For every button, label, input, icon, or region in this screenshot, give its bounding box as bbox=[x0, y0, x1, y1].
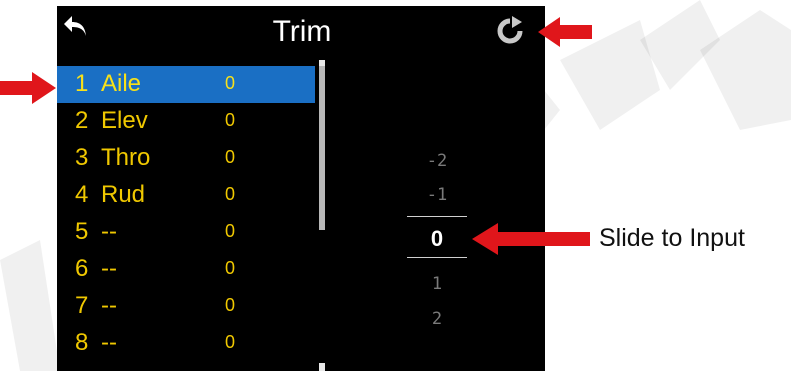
channel-trim-value: 0 bbox=[225, 332, 236, 352]
scrollbar-thumb[interactable] bbox=[319, 66, 325, 230]
channel-trim-value: 0 bbox=[225, 147, 236, 167]
channel-trim-value: 0 bbox=[225, 73, 236, 93]
trim-screen: Trim 1 Aile 0 2 Elev 0 3 Thro 0 4 Rud 0 … bbox=[57, 6, 545, 371]
channel-number: 3 bbox=[75, 144, 89, 171]
channel-number: 2 bbox=[75, 107, 89, 134]
channel-trim-value: 0 bbox=[225, 258, 236, 278]
channel-row-5[interactable]: 5 -- 0 bbox=[57, 214, 315, 251]
channel-name: -- bbox=[101, 329, 117, 356]
page-title: Trim bbox=[272, 15, 332, 48]
row-pointer-arrow-icon bbox=[0, 72, 56, 104]
channel-name: -- bbox=[101, 255, 117, 282]
reset-pointer-arrow-icon bbox=[538, 17, 592, 47]
channel-number: 5 bbox=[75, 218, 89, 245]
list-scrollbar[interactable] bbox=[319, 60, 325, 371]
channel-name: Thro bbox=[101, 144, 151, 171]
picker-option: 2 bbox=[431, 309, 443, 329]
channel-row-7[interactable]: 7 -- 0 bbox=[57, 288, 315, 325]
channel-name: Rud bbox=[101, 181, 146, 208]
channel-name: -- bbox=[101, 218, 117, 245]
channel-trim-value: 0 bbox=[225, 295, 236, 315]
channel-number: 8 bbox=[75, 329, 89, 356]
picker-divider bbox=[407, 257, 467, 258]
picker-divider bbox=[407, 216, 467, 217]
channel-trim-value: 0 bbox=[225, 221, 236, 241]
picker-option: -2 bbox=[426, 151, 448, 171]
channel-trim-value: 0 bbox=[225, 110, 236, 130]
channel-trim-value: 0 bbox=[225, 184, 236, 204]
scrollbar-cap-bottom bbox=[319, 363, 325, 371]
channel-row-8[interactable]: 8 -- 0 bbox=[57, 325, 315, 362]
channel-name: Elev bbox=[101, 107, 148, 134]
channel-row-2[interactable]: 2 Elev 0 bbox=[57, 103, 315, 140]
channel-name: Aile bbox=[101, 70, 142, 97]
channel-number: 1 bbox=[75, 70, 89, 97]
back-arrow-icon[interactable] bbox=[61, 12, 91, 42]
picker-current-value: 0 bbox=[430, 226, 444, 251]
slide-to-input-callout: Slide to Input bbox=[599, 224, 745, 252]
picker-option: 1 bbox=[431, 274, 443, 294]
channel-row-1[interactable]: 1 Aile 0 bbox=[57, 66, 315, 103]
channel-name: -- bbox=[101, 292, 117, 319]
channel-row-4[interactable]: 4 Rud 0 bbox=[57, 177, 315, 214]
channel-row-3[interactable]: 3 Thro 0 bbox=[57, 140, 315, 177]
channel-number: 6 bbox=[75, 255, 89, 282]
channel-number: 7 bbox=[75, 292, 89, 319]
channel-list: 1 Aile 0 2 Elev 0 3 Thro 0 4 Rud 0 5 -- … bbox=[57, 66, 315, 362]
channel-number: 4 bbox=[75, 181, 89, 208]
reset-icon[interactable] bbox=[495, 16, 525, 46]
picker-option: -1 bbox=[426, 185, 448, 205]
channel-row-6[interactable]: 6 -- 0 bbox=[57, 251, 315, 288]
input-pointer-arrow-icon bbox=[472, 223, 590, 255]
